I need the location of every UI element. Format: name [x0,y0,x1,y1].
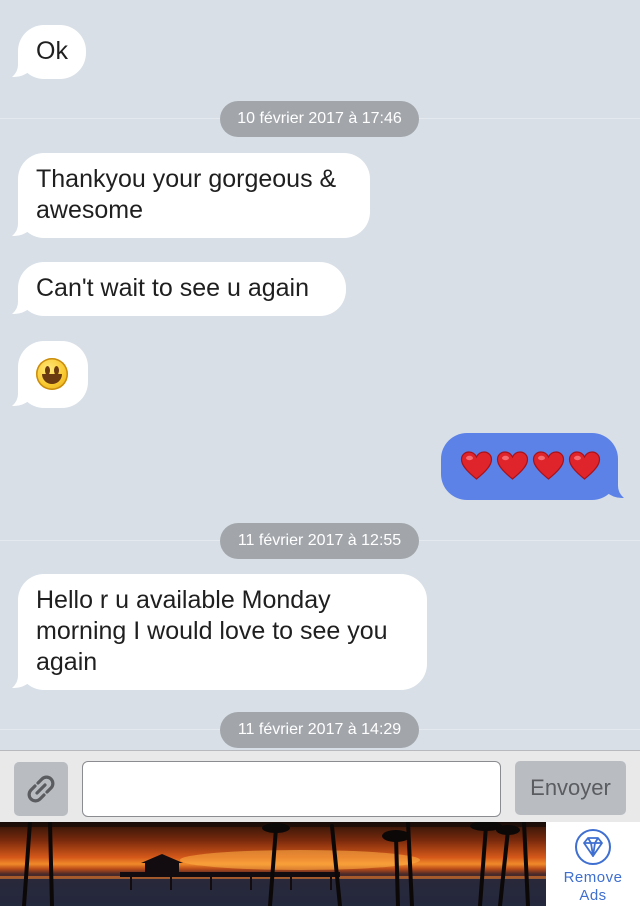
timestamp-pill: 11 février 2017 à 12:55 [220,523,419,559]
send-button[interactable]: Envoyer [515,761,626,815]
attach-button[interactable] [14,762,68,816]
ad-banner: Remove Ads [0,822,640,906]
sunset-pier-photo [0,822,546,906]
message-text: Ok [36,37,68,65]
diamond-icon [575,829,611,865]
red-heart-emoji [460,451,493,480]
message-text-line: awesome [36,196,143,224]
remove-ads-label: Remove Ads [563,869,623,904]
timestamp-row: 11 février 2017 à 14:29 [0,712,640,748]
message-text: Can't wait to see u again [36,274,309,302]
incoming-message-bubble[interactable]: Hello r u available Monday morning I wou… [0,574,427,692]
red-heart-emoji [532,451,565,480]
message-text-line: again [36,648,98,676]
timestamp-pill: 11 février 2017 à 14:29 [220,712,419,748]
red-heart-emoji [568,451,601,480]
message-input-bar: Envoyer [0,750,640,822]
grinning-face-emoji [36,358,68,390]
paperclip-icon [27,775,55,803]
timestamp-row: 11 février 2017 à 12:55 [0,523,640,559]
incoming-message-bubble[interactable]: Ok [0,25,86,81]
message-input[interactable] [82,761,501,817]
red-heart-emoji [496,451,529,480]
timestamp-row: 10 février 2017 à 17:46 [0,101,640,137]
incoming-message-bubble[interactable] [0,341,88,410]
ad-image[interactable] [0,822,546,906]
outgoing-message-bubble[interactable] [441,433,640,502]
conversation-view[interactable]: Ok 10 février 2017 à 17:46 Thankyou your… [0,0,640,750]
message-text-line: Hello r u available Monday [36,586,331,614]
remove-ads-button[interactable]: Remove Ads [546,822,640,906]
message-text-line: morning I would love to see you [36,617,388,645]
incoming-message-bubble[interactable]: Thankyou your gorgeous & awesome [0,153,370,240]
message-text-line: Thankyou your gorgeous & [36,165,337,193]
timestamp-pill: 10 février 2017 à 17:46 [220,101,419,137]
hearts-row [460,450,601,482]
incoming-message-bubble[interactable]: Can't wait to see u again [0,262,346,318]
